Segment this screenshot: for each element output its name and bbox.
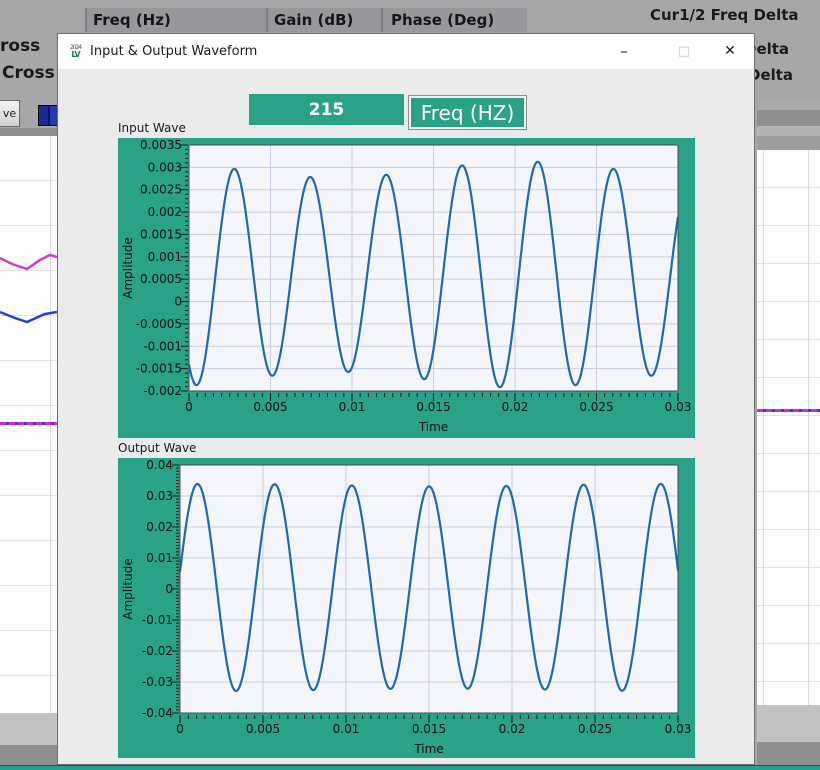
- x-tick-label: 0: [176, 722, 184, 736]
- y-tick-label: 0.002: [148, 205, 182, 219]
- right-plot-gridline: [808, 150, 809, 705]
- right-band: [757, 110, 820, 126]
- x-tick-label: 0.005: [253, 400, 287, 414]
- waveform-dialog: 2024 LV Input & Output Waveform – □ ✕ 21…: [57, 33, 755, 765]
- toolbar-strip: [0, 128, 57, 136]
- cursor-line-left[interactable]: [0, 422, 57, 425]
- x-tick-label: 0.02: [502, 400, 529, 414]
- close-button[interactable]: ✕: [707, 34, 753, 68]
- y-tick-label: -0.04: [142, 706, 173, 720]
- y-tick-label: 0.0005: [140, 272, 182, 286]
- x-tick-label: 0: [185, 400, 193, 414]
- header-separator: [85, 8, 87, 32]
- right-band: [757, 100, 820, 110]
- maximize-button[interactable]: □: [661, 34, 707, 68]
- right-band: [757, 126, 820, 136]
- right-plot-strip: [757, 150, 820, 705]
- dialog-titlebar[interactable]: 2024 LV Input & Output Waveform – □ ✕: [58, 34, 754, 69]
- y-tick-label: -0.03: [142, 675, 173, 689]
- x-tick-label: 0.025: [578, 722, 612, 736]
- frequency-value-display: 215: [249, 94, 404, 125]
- close-icon: ✕: [724, 43, 736, 59]
- y-axis-label: Amplitude: [121, 237, 135, 299]
- x-tick-label: 0.015: [412, 722, 446, 736]
- header-cell-phase[interactable]: Phase (Deg): [383, 11, 527, 29]
- input-wave-title: Input Wave: [118, 121, 186, 135]
- magenta-trace: [0, 255, 57, 269]
- cur-delta-label: Cur1/2 Freq Delta: [650, 6, 792, 28]
- input-wave-graph: 0 0.005 0.01 0.015 0.02 0.025 0.03 0.0035 0.003 0…: [118, 138, 695, 438]
- x-tick-label: 0.01: [339, 400, 366, 414]
- x-tick-label: 0.015: [416, 400, 450, 414]
- dialog-title: Input & Output Waveform: [90, 34, 257, 69]
- labview-vi-icon: 2024 LV: [67, 43, 84, 60]
- row-cross-2: Cross: [2, 63, 55, 83]
- output-wave-plot: 0 0.005 0.01 0.015 0.02 0.025 0.03 0.04 0.03 0.02…: [118, 458, 695, 758]
- y-tick-label: -0.02: [142, 644, 173, 658]
- x-tick-label: 0.005: [246, 722, 280, 736]
- taskbar-edge-line: [0, 765, 820, 770]
- y-tick-label: 0: [165, 582, 173, 596]
- y-tick-label: 0.03: [146, 489, 173, 503]
- right-band: [757, 136, 820, 150]
- input-wave-plot: 0 0.005 0.01 0.015 0.02 0.025 0.03 0.0035 0.003 0…: [118, 138, 695, 438]
- x-tick-label: 0.02: [499, 722, 526, 736]
- y-tick-label: 0.0035: [140, 138, 182, 152]
- minimize-button[interactable]: –: [601, 34, 647, 68]
- y-tick-label: -0.001: [143, 339, 182, 353]
- row-cross-1: ross: [0, 36, 40, 56]
- y-tick-label: 0: [174, 295, 182, 309]
- y-tick-label: -0.0015: [136, 362, 182, 376]
- x-tick-label: 0.01: [333, 722, 360, 736]
- header-cell-gain[interactable]: Gain (dB): [268, 11, 381, 29]
- minimize-icon: –: [620, 42, 628, 60]
- wave-button[interactable]: ve: [0, 100, 20, 127]
- x-tick-label: 0.025: [579, 400, 613, 414]
- maximize-icon: □: [678, 44, 690, 59]
- screen: Freq (Hz) Gain (dB) Phase (Deg) Cur1/2 F…: [0, 0, 820, 770]
- frequency-unit-label: Freq (HZ): [409, 96, 526, 129]
- y-tick-label: 0.01: [146, 551, 173, 565]
- y-tick-label: -0.002: [143, 384, 182, 398]
- right-plot-gridline: [763, 150, 764, 705]
- table-header-row: Freq (Hz) Gain (dB) Phase (Deg): [85, 8, 527, 32]
- output-wave-graph: 0 0.005 0.01 0.015 0.02 0.025 0.03 0.04 0.03 0.02…: [118, 458, 695, 758]
- y-tick-label: 0.02: [146, 520, 173, 534]
- y-axis-label: Amplitude: [121, 558, 135, 620]
- x-tick-label: 0.03: [665, 400, 692, 414]
- y-tick-label: 0.001: [148, 250, 182, 264]
- x-axis-label: Time: [418, 420, 448, 434]
- y-tick-label: 0.003: [148, 160, 182, 174]
- y-tick-label: 0.0015: [140, 227, 182, 241]
- bottom-band: [757, 705, 820, 742]
- y-tick-label: -0.0005: [136, 317, 182, 331]
- x-axis-label: Time: [413, 742, 443, 756]
- output-wave-title: Output Wave: [118, 441, 196, 455]
- header-cell-freq[interactable]: Freq (Hz): [85, 11, 266, 29]
- cursor-line-right[interactable]: [757, 409, 820, 412]
- bottom-band: [757, 742, 820, 765]
- y-tick-label: 0.0025: [140, 183, 182, 197]
- vi-icon-bottom-text: LV: [71, 51, 79, 59]
- blue-trace: [0, 312, 57, 322]
- x-tick-label: 0.03: [665, 722, 692, 736]
- y-tick-label: 0.04: [146, 458, 173, 472]
- bottom-band: [0, 745, 57, 765]
- bottom-band: [0, 713, 57, 745]
- y-tick-label: -0.01: [142, 613, 173, 627]
